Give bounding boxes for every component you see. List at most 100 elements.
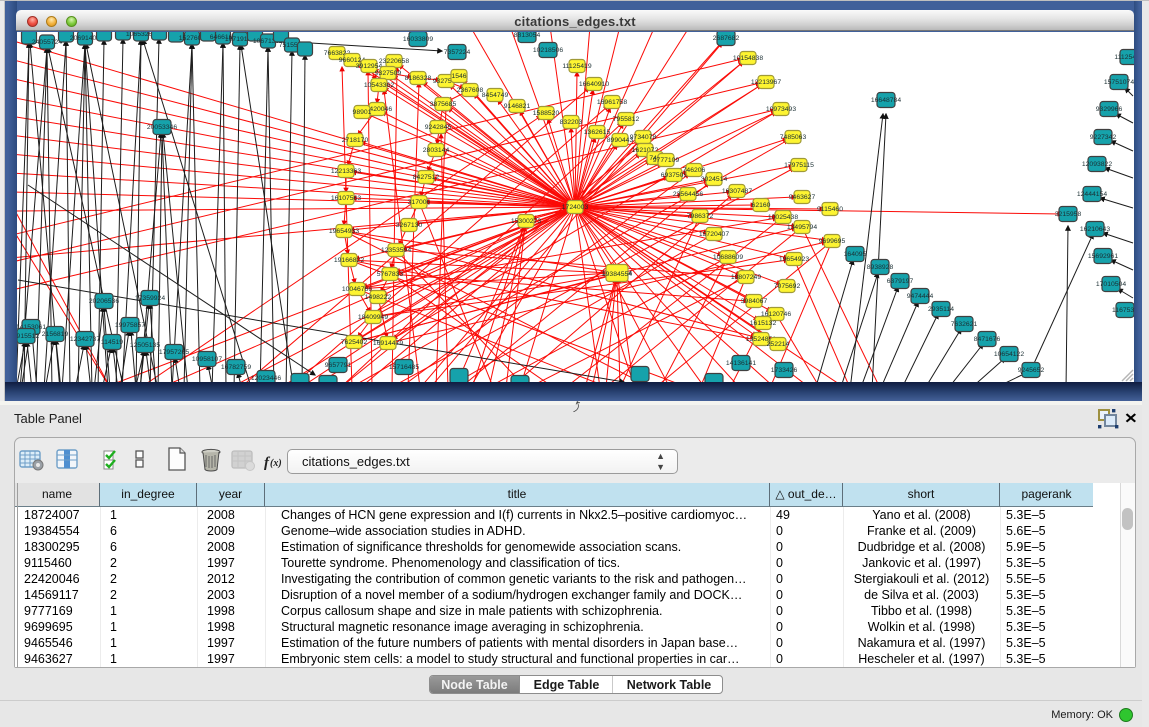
svg-text:11125419: 11125419 xyxy=(562,63,591,70)
svg-text:10154838: 10154838 xyxy=(733,55,763,62)
svg-text:7357224: 7357224 xyxy=(444,49,471,56)
svg-text:2156819: 2156819 xyxy=(42,331,69,338)
svg-text:23564456: 23564456 xyxy=(673,191,703,198)
svg-text:9227342: 9227342 xyxy=(1090,134,1117,141)
svg-text:2687682: 2687682 xyxy=(713,35,740,42)
svg-text:252214: 252214 xyxy=(767,341,790,348)
svg-text:114519: 114519 xyxy=(101,339,123,346)
svg-text:24055724: 24055724 xyxy=(32,39,62,46)
svg-text:9245652: 9245652 xyxy=(1018,367,1045,374)
svg-text:17010504: 17010504 xyxy=(1096,281,1126,288)
svg-text:9734078: 9734078 xyxy=(630,134,657,141)
svg-text:7075692: 7075692 xyxy=(774,283,801,290)
svg-text:1498222: 1498222 xyxy=(365,294,392,301)
svg-text:12353594: 12353594 xyxy=(381,247,411,254)
svg-text:20206536: 20206536 xyxy=(89,298,119,305)
svg-text:8454749: 8454749 xyxy=(482,92,509,99)
svg-text:16033809: 16033809 xyxy=(403,36,433,43)
svg-text:2935114: 2935114 xyxy=(928,306,954,313)
svg-text:10218506: 10218506 xyxy=(533,47,563,54)
svg-text:10654122: 10654122 xyxy=(994,351,1024,358)
svg-text:6379197: 6379197 xyxy=(887,278,914,285)
svg-text:3267130: 3267130 xyxy=(396,222,423,229)
svg-text:17975115: 17975115 xyxy=(784,162,814,169)
svg-text:8813054: 8813054 xyxy=(514,32,541,39)
svg-text:3024514: 3024514 xyxy=(701,176,728,183)
svg-text:20053346: 20053346 xyxy=(147,124,177,131)
svg-text:16640910: 16640910 xyxy=(579,81,609,88)
svg-text:13495794: 13495794 xyxy=(787,224,817,231)
svg-text:10046766: 10046766 xyxy=(342,286,372,293)
svg-text:19166822: 19166822 xyxy=(334,257,364,264)
svg-text:12213967: 12213967 xyxy=(751,79,781,86)
svg-text:9474444: 9474444 xyxy=(907,293,934,300)
svg-text:15720407: 15720407 xyxy=(699,231,729,238)
svg-text:3915512: 3915512 xyxy=(17,333,39,340)
svg-text:7986372: 7986372 xyxy=(687,213,714,220)
svg-text:9463627: 9463627 xyxy=(789,194,816,201)
svg-text:8471676: 8471676 xyxy=(974,336,1001,343)
svg-text:10688609: 10688609 xyxy=(713,254,743,261)
svg-text:19654933: 19654933 xyxy=(329,228,359,235)
svg-text:12342737: 12342737 xyxy=(70,336,100,343)
svg-text:7955812: 7955812 xyxy=(613,116,640,123)
svg-text:11125419: 11125419 xyxy=(1114,54,1134,61)
svg-text:1167534: 1167534 xyxy=(1112,307,1134,314)
svg-text:9146821: 9146821 xyxy=(504,103,531,110)
svg-text:(x): (x) xyxy=(270,458,282,469)
svg-text:2718170: 2718170 xyxy=(342,137,369,144)
svg-text:17359924: 17359924 xyxy=(135,295,165,302)
svg-text:16307487: 16307487 xyxy=(722,188,752,195)
svg-text:746206: 746206 xyxy=(683,167,706,174)
svg-text:19654923: 19654923 xyxy=(779,256,809,263)
svg-text:62160: 62160 xyxy=(752,202,771,209)
svg-text:16107563: 16107563 xyxy=(331,195,361,202)
svg-text:10543362: 10543362 xyxy=(364,82,394,89)
svg-text:17957265: 17957265 xyxy=(159,349,189,356)
svg-text:3984067: 3984067 xyxy=(741,298,768,305)
svg-text:16961758: 16961758 xyxy=(597,99,627,106)
svg-text:9115460: 9115460 xyxy=(817,206,843,213)
svg-text:12093822: 12093822 xyxy=(1082,161,1112,168)
svg-text:9657791: 9657791 xyxy=(325,362,352,369)
svg-text:7625402: 7625402 xyxy=(341,339,368,346)
svg-text:7632621: 7632621 xyxy=(951,321,978,328)
svg-text:16782759: 16782759 xyxy=(221,364,251,371)
svg-text:9699695: 9699695 xyxy=(819,238,846,245)
svg-text:12213363: 12213363 xyxy=(331,168,361,175)
svg-text:10958107: 10958107 xyxy=(192,356,222,363)
svg-text:1588520: 1588520 xyxy=(533,110,560,117)
svg-text:9242845: 9242845 xyxy=(425,124,452,131)
svg-text:9329966: 9329966 xyxy=(1096,106,1123,113)
svg-text:14136141: 14136141 xyxy=(726,360,756,367)
svg-text:19384554: 19384554 xyxy=(602,271,632,278)
svg-text:12444154: 12444154 xyxy=(1077,191,1107,198)
svg-text:1362615: 1362615 xyxy=(584,129,611,136)
svg-text:10025438: 10025438 xyxy=(768,214,798,221)
svg-text:16914479: 16914479 xyxy=(373,340,403,347)
svg-text:8186328: 8186328 xyxy=(405,75,432,82)
svg-text:1724003: 1724003 xyxy=(562,204,589,211)
svg-text:9777109: 9777109 xyxy=(653,157,680,164)
svg-text:8427512: 8427512 xyxy=(413,174,440,181)
svg-text:16648784: 16648784 xyxy=(871,97,901,104)
svg-text:8938928: 8938928 xyxy=(867,264,894,271)
svg-text:317006: 317006 xyxy=(408,199,431,206)
svg-text:2803144: 2803144 xyxy=(423,147,450,154)
svg-text:3215958: 3215958 xyxy=(1055,211,1082,218)
svg-text:18807249: 18807249 xyxy=(731,274,761,281)
svg-text:1733426: 1733426 xyxy=(771,367,798,374)
svg-text:15300273: 15300273 xyxy=(511,218,541,225)
svg-text:23220658: 23220658 xyxy=(379,58,409,65)
svg-text:5767833: 5767833 xyxy=(377,271,404,278)
svg-text:1546: 1546 xyxy=(451,73,466,80)
svg-text:9327509: 9327509 xyxy=(375,70,402,77)
svg-text:3875685: 3875685 xyxy=(430,101,457,108)
svg-text:12023446: 12023446 xyxy=(251,375,281,382)
svg-text:10973493: 10973493 xyxy=(766,106,796,113)
svg-text:19975857: 19975857 xyxy=(115,322,145,329)
svg-text:1615132: 1615132 xyxy=(750,320,777,327)
svg-text:164095: 164095 xyxy=(844,251,867,258)
svg-text:15716485: 15716485 xyxy=(389,364,419,371)
svg-text:12505135: 12505135 xyxy=(130,342,160,349)
